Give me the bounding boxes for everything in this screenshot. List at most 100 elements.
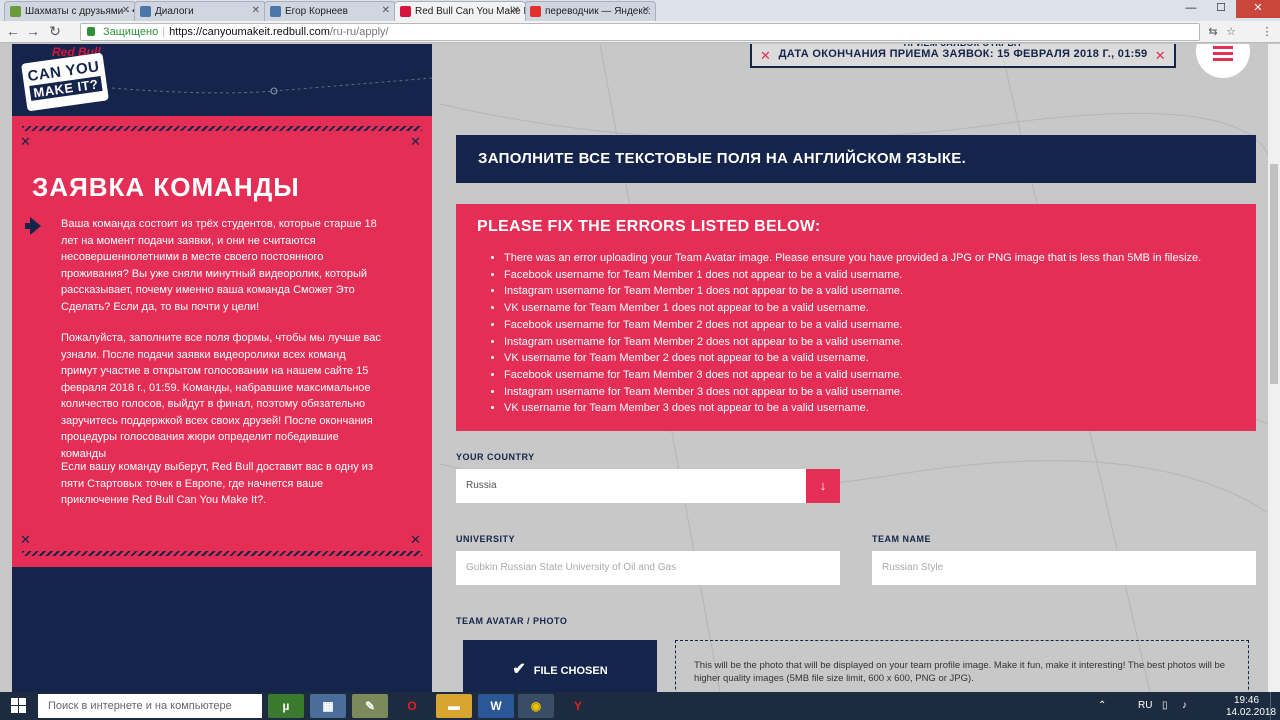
taskbar-search-input[interactable]: Поиск в интернете и на компьютере [38,694,262,718]
cross-icon: ✕ [1154,48,1166,63]
error-item: Facebook username for Team Member 1 does… [504,267,1201,284]
application-form: ПРИЕМ ЗАЯВОК ОТКРЫТ ✕ ДАТА ОКОНЧАНИЯ ПРИ… [456,44,1256,692]
deadline-banner: ПРИЕМ ЗАЯВОК ОТКРЫТ ✕ ДАТА ОКОНЧАНИЯ ПРИ… [750,44,1176,68]
error-box: PLEASE FIX THE ERRORS LISTED BELOW: Ther… [456,204,1256,431]
cross-icon: ✕ [410,532,421,547]
error-item: VK username for Team Member 1 does not a… [504,300,1201,317]
volume-icon[interactable]: ♪ [1182,700,1187,711]
avatar-note: This will be the photo that will be disp… [675,640,1249,692]
intro-paragraph: Если вашу команду выберут, Red Bull дост… [61,461,373,506]
intro-paragraph: Пожалуйста, заполните все поля формы, чт… [61,332,381,460]
file-button-label: FILE CHOSEN [533,665,608,677]
page-title: ЗАЯВКА КОМАНДЫ [32,172,300,202]
bookmark-star-icon[interactable]: ☆ [1224,25,1238,39]
hamburger-menu-button[interactable] [1196,44,1250,78]
cross-icon: ✕ [760,48,772,63]
windows-taskbar: Поиск в интернете и на компьютере µ ▦ ✎ … [0,692,1280,720]
forward-arrow-icon[interactable]: → [24,23,42,41]
utorrent-icon[interactable]: µ [268,694,304,718]
error-item: Facebook username for Team Member 3 does… [504,367,1201,384]
url-input[interactable]: Защищено | https://canyoumakeit.redbull.co… [80,23,1200,41]
error-item: Instagram username for Team Member 2 doe… [504,334,1201,351]
deadline-top-line: ПРИЕМ ЗАЯВОК ОТКРЫТ [752,44,1174,53]
browser-tab-bar: Шахматы с друзьями - • ✕ Диалоги ✕ Егор … [0,0,1280,21]
tab-title: Егор Корнеев [285,6,348,17]
vk-icon [270,6,281,17]
university-label: UNIVERSITY [456,534,516,544]
page-scrollbar[interactable] [1268,44,1280,692]
browser-tab[interactable]: Шахматы с друзьями - • ✕ [4,1,136,21]
error-item: VK username for Team Member 3 does not a… [504,400,1201,417]
error-item: Instagram username for Team Member 3 doe… [504,384,1201,401]
hatch-divider [22,551,422,556]
tab-title: Шахматы с друзьями - • [25,6,136,17]
language-indicator[interactable]: RU [1138,700,1152,711]
vk-icon [140,6,151,17]
country-select[interactable]: Russia [456,469,806,503]
browser-menu-icon[interactable]: ⋮ [1260,25,1274,39]
arrow-down-icon[interactable]: ↓ [806,469,840,503]
error-item: Facebook username for Team Member 2 does… [504,317,1201,334]
university-input[interactable]: Gubkin Russian State University of Oil a… [456,551,840,585]
url-path: /ru-ru/apply/ [329,26,389,38]
cross-icon: ✕ [20,134,31,149]
left-panel: Red Bull CAN YOU MAKE IT? ✕ ✕ ЗАЯВКА КОМ… [12,44,432,692]
arrow-right-icon [25,217,41,235]
scrollbar-thumb[interactable] [1270,164,1278,384]
lock-icon [87,27,95,36]
english-notice-banner: ЗАПОЛНИТЕ ВСЕ ТЕКСТОВЫЕ ПОЛЯ НА АНГЛИЙСК… [456,135,1256,183]
team-name-label: TEAM NAME [872,534,931,544]
file-chosen-button[interactable]: ✔ FILE CHOSEN [463,640,657,692]
network-icon[interactable]: ▯ [1162,700,1168,711]
browser-tab[interactable]: Егор Корнеев ✕ [264,1,396,21]
error-item: There was an error uploading your Team A… [504,250,1201,267]
paint-icon[interactable]: ✎ [352,694,388,718]
address-bar: ← → ↻ Защищено | https://canyoumakeit.redb… [0,21,1280,43]
browser-tab[interactable]: переводчик — Яндекс: ✕ [524,1,656,21]
yandex-icon [530,6,541,17]
maximize-button[interactable]: ☐ [1206,0,1236,18]
avatar-label: TEAM AVATAR / PHOTO [456,616,568,626]
minimize-button[interactable]: — [1176,0,1206,18]
browser-tab-active[interactable]: Red Bull Can You Make I ✕ [394,1,526,21]
window-close-button[interactable]: ✕ [1236,0,1280,18]
explorer-icon[interactable]: ▦ [310,694,346,718]
clock-date[interactable]: 14.02.2018 [1226,707,1276,718]
url-host: https://canyoumakeit.redbull.com [169,26,330,38]
chess-icon [10,6,21,17]
opera-icon[interactable]: O [394,694,430,718]
folder-icon[interactable]: ▬ [436,694,472,718]
tab-title: Диалоги [155,6,194,17]
hatch-divider [22,126,422,131]
show-desktop-button[interactable] [1270,692,1280,720]
redbull-logo[interactable]: Red Bull CAN YOU MAKE IT? [21,44,114,114]
close-icon[interactable]: ✕ [122,5,130,16]
windows-start-button[interactable] [0,692,38,720]
tab-title: переводчик — Яндекс: [545,6,651,17]
chrome-icon[interactable]: ◉ [518,694,554,718]
errors-title: PLEASE FIX THE ERRORS LISTED BELOW: [477,218,821,235]
yandex-browser-icon[interactable]: Y [560,694,596,718]
team-name-input[interactable]: Russian Style [872,551,1256,585]
reload-icon[interactable]: ↻ [46,23,64,41]
country-label: YOUR COUNTRY [456,452,535,462]
back-arrow-icon[interactable]: ← [4,23,22,41]
error-item: Instagram username for Team Member 1 doe… [504,283,1201,300]
tab-title: Red Bull Can You Make I [415,6,526,17]
cross-icon: ✕ [20,532,31,547]
page-content: Red Bull CAN YOU MAKE IT? ✕ ✕ ЗАЯВКА КОМ… [0,44,1280,692]
cross-icon: ✕ [410,134,421,149]
redbull-icon [400,6,411,17]
word-icon[interactable]: W [478,694,514,718]
close-icon[interactable]: ✕ [252,5,260,16]
browser-tab[interactable]: Диалоги ✕ [134,1,266,21]
checkmark-icon: ✔ [512,661,526,678]
clock-time[interactable]: 19:46 [1234,695,1259,706]
logo-badge: CAN YOU MAKE IT? [21,52,109,112]
close-icon[interactable]: ✕ [642,5,650,16]
close-icon[interactable]: ✕ [512,5,520,16]
intro-box: ✕ ✕ ЗАЯВКА КОМАНДЫ Ваша команда состоит … [12,116,432,567]
tray-chevron-icon[interactable]: ⌃ [1098,700,1106,711]
close-icon[interactable]: ✕ [382,5,390,16]
translate-icon[interactable]: ⇆ [1206,25,1220,39]
